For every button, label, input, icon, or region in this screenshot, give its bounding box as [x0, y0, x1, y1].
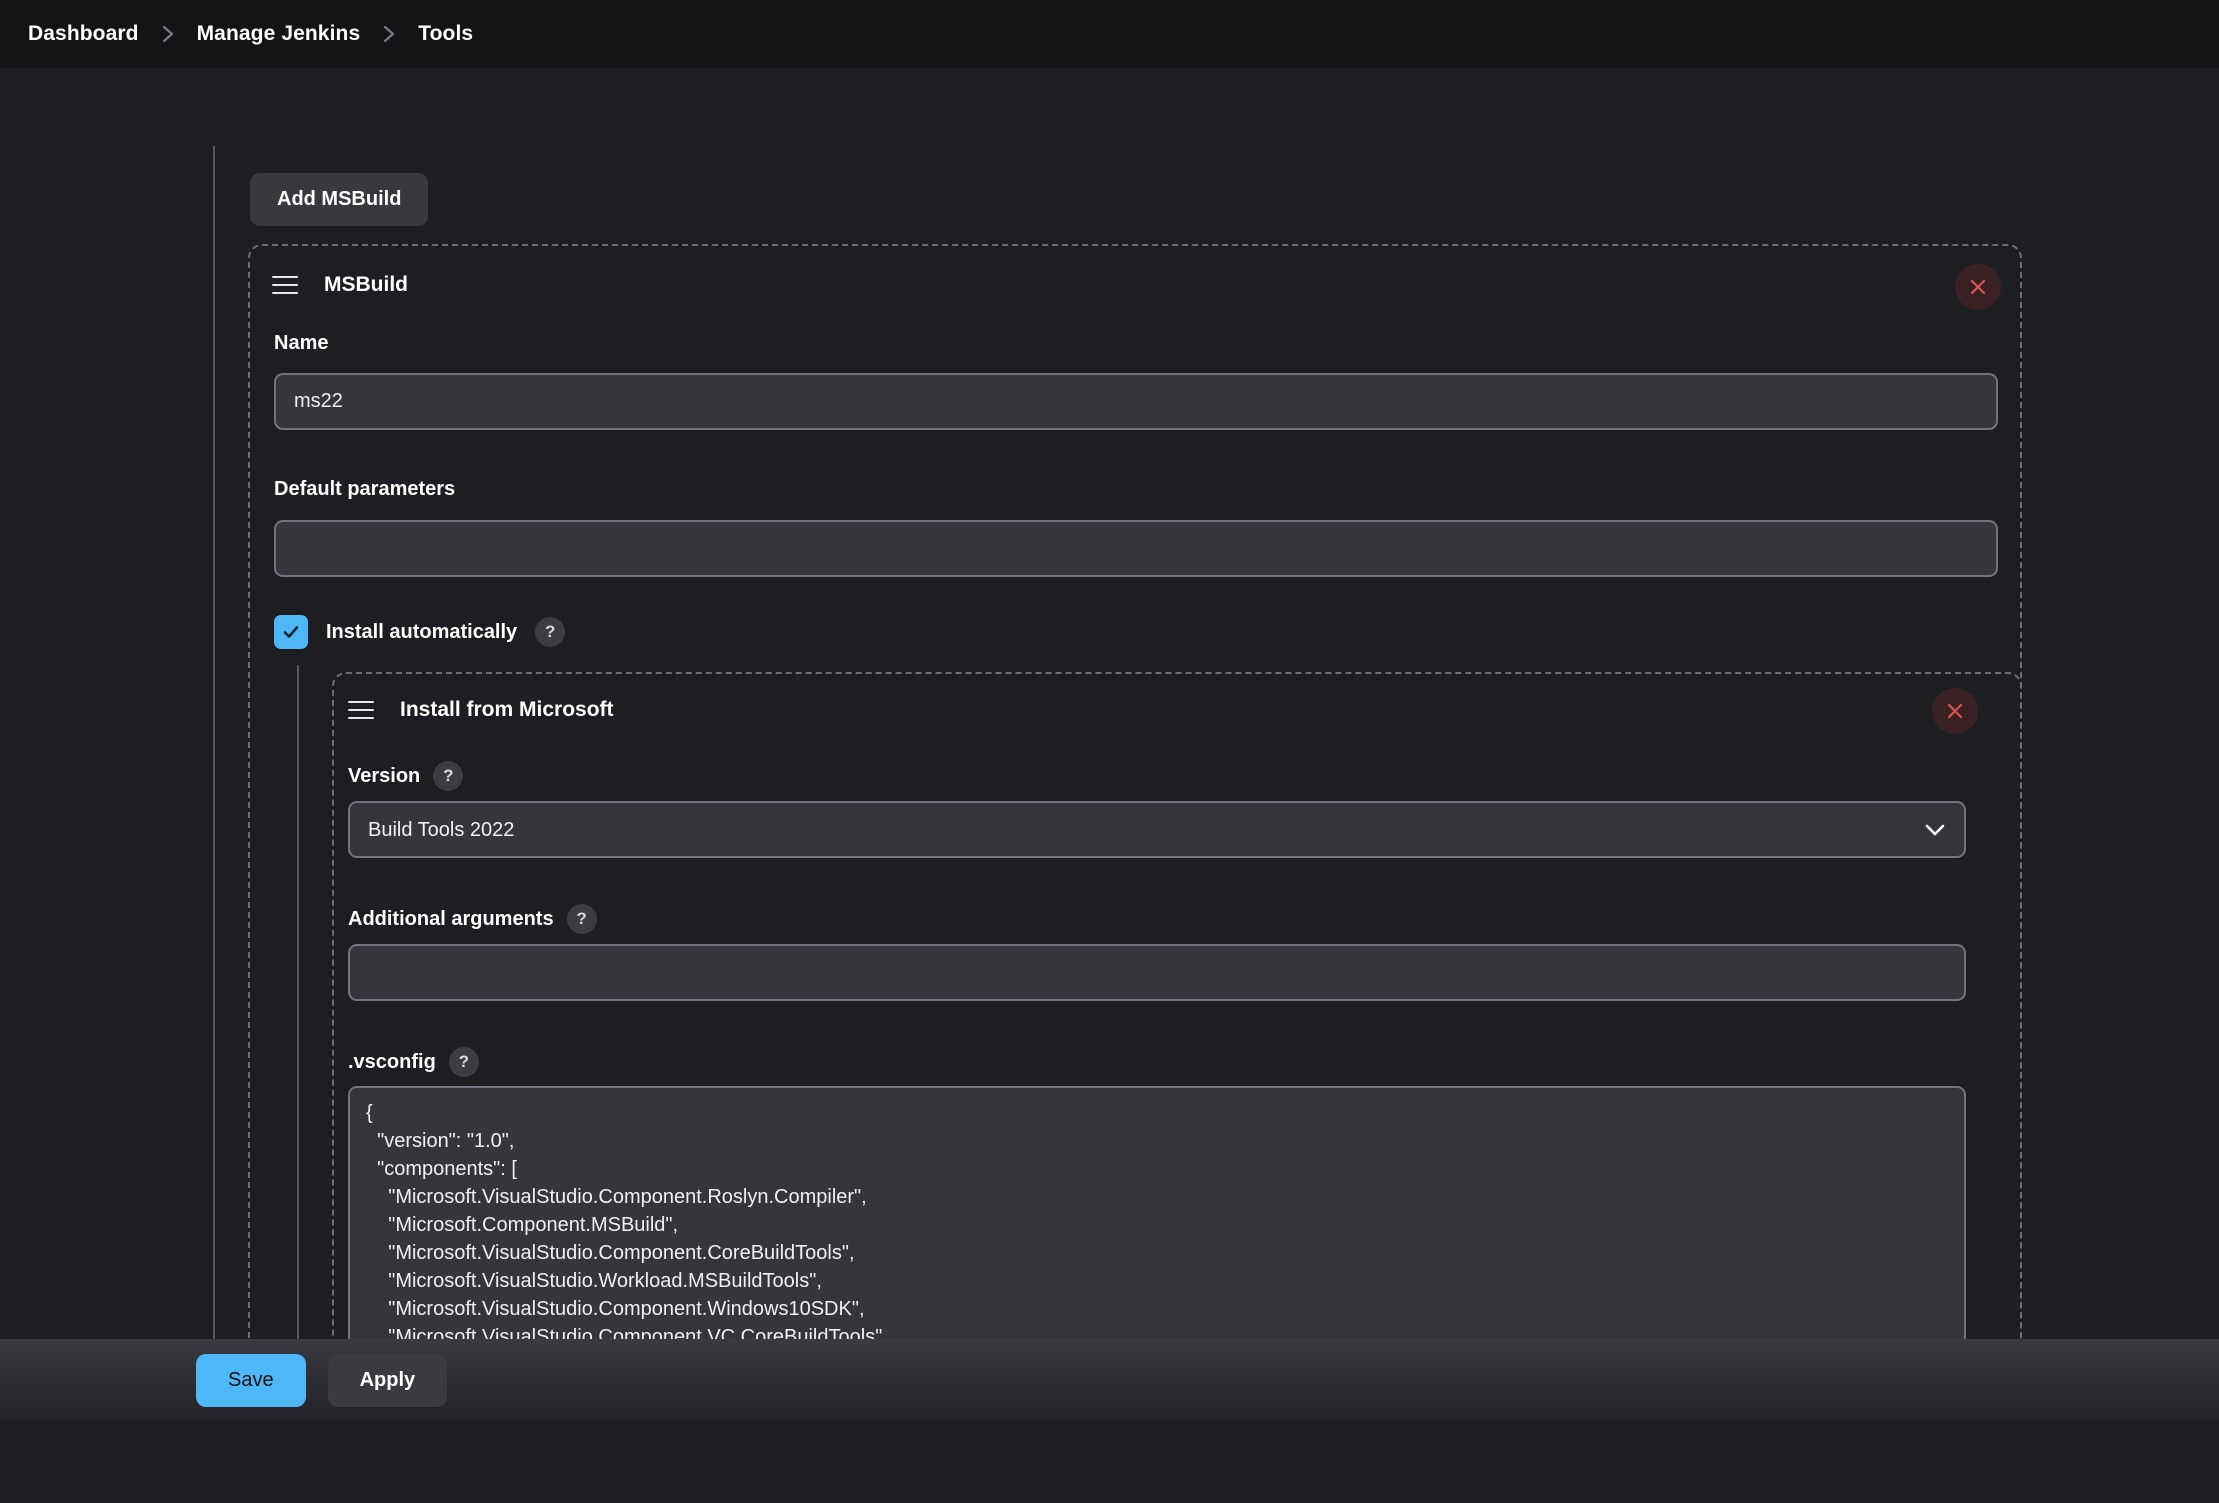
msbuild-panel-title: MSBuild	[324, 273, 408, 297]
breadcrumb-item-manage-jenkins[interactable]: Manage Jenkins	[193, 18, 365, 50]
vsconfig-label: .vsconfig ?	[348, 1047, 479, 1077]
apply-button[interactable]: Apply	[328, 1354, 448, 1407]
help-icon[interactable]: ?	[535, 617, 565, 647]
close-icon[interactable]	[1932, 688, 1978, 734]
installer-panel-header: Install from Microsoft	[348, 698, 614, 722]
install-automatically-row: Install automatically ?	[274, 615, 565, 649]
save-button[interactable]: Save	[196, 1354, 306, 1407]
name-field-label: Name	[274, 332, 328, 355]
version-select[interactable]: Build Tools 2022	[348, 801, 1966, 858]
drag-handle-icon[interactable]	[348, 701, 374, 719]
nesting-guide-outer	[213, 146, 215, 1421]
breadcrumb: Dashboard Manage Jenkins Tools	[0, 0, 2219, 68]
version-field-label: Version ?	[348, 761, 463, 791]
additional-arguments-label: Additional arguments ?	[348, 904, 597, 934]
default-parameters-label: Default parameters	[274, 478, 455, 501]
install-automatically-checkbox[interactable]	[274, 615, 308, 649]
help-icon[interactable]: ?	[449, 1047, 479, 1077]
version-label-text: Version	[348, 765, 420, 788]
breadcrumb-item-dashboard[interactable]: Dashboard	[24, 18, 143, 50]
additional-arguments-input[interactable]	[348, 944, 1966, 1001]
additional-arguments-label-text: Additional arguments	[348, 908, 554, 931]
help-icon[interactable]: ?	[567, 904, 597, 934]
default-parameters-input[interactable]	[274, 520, 1998, 577]
breadcrumb-item-tools[interactable]: Tools	[414, 18, 477, 50]
chevron-right-icon	[382, 24, 396, 44]
msbuild-panel-header: MSBuild	[272, 273, 408, 297]
drag-handle-icon[interactable]	[272, 276, 298, 294]
form-action-bar: Save Apply	[0, 1339, 2219, 1421]
vsconfig-label-text: .vsconfig	[348, 1051, 436, 1074]
close-icon[interactable]	[1955, 264, 2001, 310]
name-input[interactable]	[274, 373, 1998, 430]
version-select-wrapper: Build Tools 2022	[348, 801, 1966, 858]
chevron-right-icon	[161, 24, 175, 44]
installer-panel-title: Install from Microsoft	[400, 698, 614, 722]
install-automatically-label: Install automatically	[326, 621, 517, 644]
help-icon[interactable]: ?	[433, 761, 463, 791]
tools-configuration-form: Add MSBuild MSBuild Name Default paramet…	[0, 68, 2219, 1421]
add-msbuild-button[interactable]: Add MSBuild	[250, 173, 428, 226]
